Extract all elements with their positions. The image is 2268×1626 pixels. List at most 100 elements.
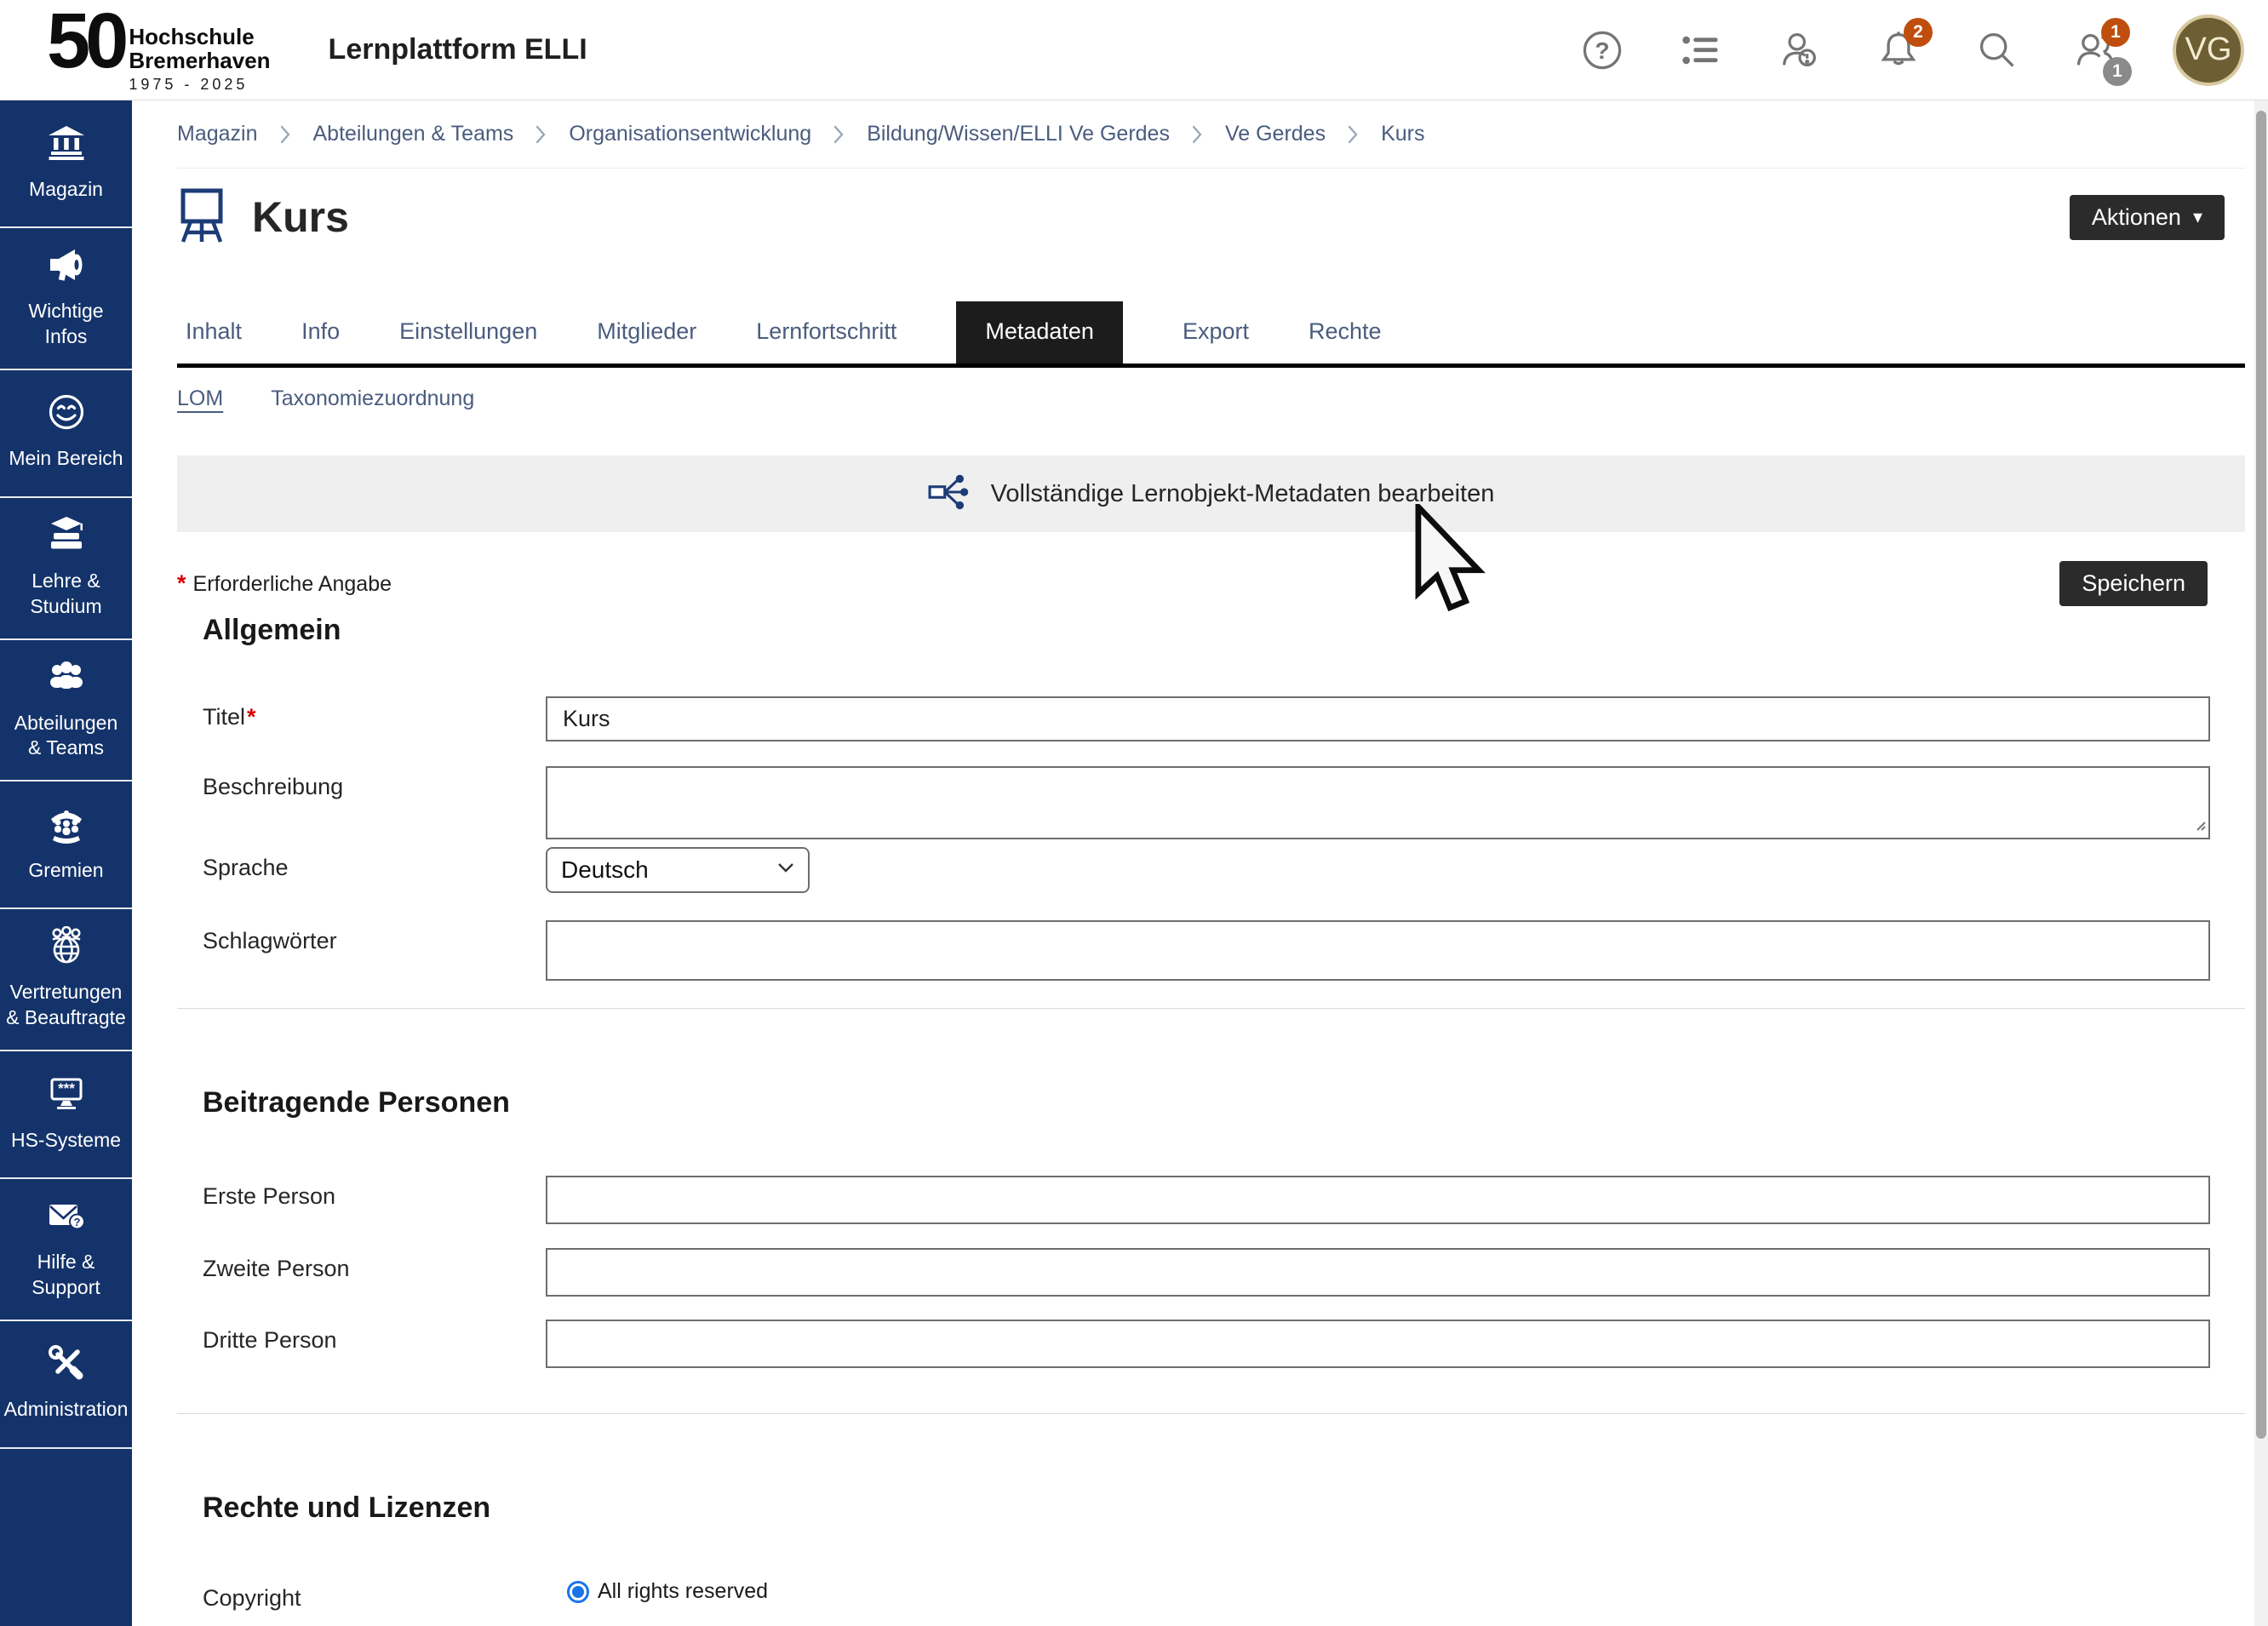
copyright-option-label: All rights reserved xyxy=(598,1579,768,1604)
chevron-right-icon xyxy=(280,124,291,145)
form-action-row: * Erforderliche Angabe Speichern xyxy=(177,561,2245,606)
logo-line2: Bremerhaven xyxy=(129,49,270,72)
globe-people-icon xyxy=(47,926,86,970)
sidebar-item-hs-systeme[interactable]: *** HS-Systeme xyxy=(0,1051,132,1179)
breadcrumb-item[interactable]: Abteilungen & Teams xyxy=(313,122,514,146)
hochschule-bremerhaven-logo: 50 Hochschule Bremerhaven 1975 - 2025 xyxy=(47,6,271,94)
tab-lernfortschritt[interactable]: Lernfortschritt xyxy=(756,303,896,364)
sidebar-item-magazin[interactable]: Magazin xyxy=(0,100,132,228)
erste-person-label: Erste Person xyxy=(203,1176,546,1210)
logo-50: 50 xyxy=(47,6,123,77)
breadcrumb-item[interactable]: Organisationsentwicklung xyxy=(569,122,811,146)
people-icon xyxy=(47,657,86,701)
screen: 50 Hochschule Bremerhaven 1975 - 2025 Le… xyxy=(0,0,2268,1626)
course-easel-icon xyxy=(177,187,226,248)
assembly-icon xyxy=(47,804,86,848)
titel-label: Titel* xyxy=(203,696,546,730)
sidebar-item-label: Administration xyxy=(4,1397,129,1423)
breadcrumb-item[interactable]: Ve Gerdes xyxy=(1225,122,1326,146)
breadcrumb-item-current[interactable]: Kurs xyxy=(1381,122,1424,146)
help-icon[interactable]: ? xyxy=(1580,28,1624,72)
platform-title: Lernplattform ELLI xyxy=(329,33,587,66)
sidebar-item-label: Mein Bereich xyxy=(9,446,123,472)
tab-metadaten[interactable]: Metadaten xyxy=(956,301,1123,364)
sidebar-item-administration[interactable]: Administration xyxy=(0,1321,132,1449)
sidebar-item-hilfe-support[interactable]: ? Hilfe & Support xyxy=(0,1179,132,1321)
scrollbar-thumb[interactable] xyxy=(2256,111,2266,1439)
svg-text:***: *** xyxy=(58,1080,75,1096)
tab-info[interactable]: Info xyxy=(301,303,340,364)
contacts-icon[interactable]: 1 1 xyxy=(2074,28,2118,72)
copyright-label: Copyright xyxy=(203,1577,546,1612)
chevron-down-icon xyxy=(777,862,794,878)
sidebar-item-abteilungen-teams[interactable]: Abteilungen & Teams xyxy=(0,640,132,782)
erste-person-input[interactable] xyxy=(546,1176,2210,1224)
field-row-erste-person: Erste Person xyxy=(177,1176,2245,1224)
section-title-beitragende-personen: Beitragende Personen xyxy=(203,1085,2245,1119)
speichern-button[interactable]: Speichern xyxy=(2059,561,2208,606)
chevron-right-icon xyxy=(833,124,845,145)
section-title-rechte-und-lizenzen: Rechte und Lizenzen xyxy=(203,1491,2245,1525)
breadcrumb-item[interactable]: Magazin xyxy=(177,122,258,146)
field-row-sprache: Sprache Deutsch xyxy=(177,847,2245,893)
logo-line1: Hochschule xyxy=(129,25,270,49)
required-note: * Erforderliche Angabe xyxy=(177,570,392,597)
svg-text:?: ? xyxy=(73,1216,80,1228)
notifications-badge: 2 xyxy=(1904,18,1933,47)
sprache-selected-value: Deutsch xyxy=(561,856,649,884)
section-divider xyxy=(177,1008,2245,1009)
sidebar-item-lehre-studium[interactable]: Lehre & Studium xyxy=(0,498,132,640)
sidebar-item-gremien[interactable]: Gremien xyxy=(0,782,132,909)
section-title-allgemein: Allgemein xyxy=(203,613,2245,647)
sidebar-item-vertretungen-beauftragte[interactable]: Vertretungen & Beauftragte xyxy=(0,909,132,1051)
schlagwoerter-input[interactable] xyxy=(546,920,2210,981)
chevron-right-icon xyxy=(536,124,547,145)
tab-rechte[interactable]: Rechte xyxy=(1309,303,1382,364)
field-row-beschreibung: Beschreibung xyxy=(177,766,2245,839)
search-icon[interactable] xyxy=(1975,28,2019,72)
breadcrumb-item[interactable]: Bildung/Wissen/ELLI Ve Gerdes xyxy=(867,122,1170,146)
user-status-icon[interactable] xyxy=(1778,28,1822,72)
sidebar-item-label: Wichtige Infos xyxy=(5,299,127,350)
dritte-person-label: Dritte Person xyxy=(203,1320,546,1354)
subtab-taxonomiezuordnung[interactable]: Taxonomiezuordnung xyxy=(271,386,474,411)
monitor-icon: *** xyxy=(47,1074,86,1118)
required-asterisk: * xyxy=(177,570,186,597)
resize-handle-icon[interactable] xyxy=(2191,816,2207,836)
edit-full-metadata-banner[interactable]: Vollständige Lernobjekt-Metadaten bearbe… xyxy=(177,455,2245,532)
contacts-badge-top: 1 xyxy=(2101,18,2130,47)
sidebar-item-wichtige-infos[interactable]: Wichtige Infos xyxy=(0,228,132,370)
field-row-schlagwoerter: Schlagwörter xyxy=(177,920,2245,981)
svg-text:?: ? xyxy=(1595,37,1609,63)
vertical-scrollbar xyxy=(2254,100,2268,1626)
megaphone-icon xyxy=(47,245,86,289)
user-avatar[interactable]: VG xyxy=(2173,14,2244,86)
sprache-select[interactable]: Deutsch xyxy=(546,847,810,893)
field-row-dritte-person: Dritte Person xyxy=(177,1320,2245,1368)
tab-inhalt[interactable]: Inhalt xyxy=(186,303,242,364)
notifications-bell-icon[interactable]: 2 xyxy=(1876,28,1921,72)
tab-mitglieder[interactable]: Mitglieder xyxy=(597,303,696,364)
aktionen-button[interactable]: Aktionen ▾ xyxy=(2070,195,2225,240)
books-icon xyxy=(47,515,86,558)
field-row-copyright: Copyright All rights reserved xyxy=(177,1577,2245,1612)
sidebar-item-label: Gremien xyxy=(28,858,103,884)
bank-icon xyxy=(47,123,86,167)
beschreibung-textarea[interactable] xyxy=(546,766,2210,839)
sidebar-item-label: Hilfe & Support xyxy=(5,1250,127,1301)
titel-input[interactable] xyxy=(546,696,2210,741)
sprache-label: Sprache xyxy=(203,847,546,881)
section-divider xyxy=(177,1413,2245,1414)
smiley-icon xyxy=(47,392,86,436)
chevron-down-icon: ▾ xyxy=(2193,208,2202,226)
subtab-lom[interactable]: LOM xyxy=(177,386,223,411)
sidebar-item-label: Abteilungen & Teams xyxy=(5,711,127,762)
zweite-person-input[interactable] xyxy=(546,1248,2210,1297)
tab-export[interactable]: Export xyxy=(1183,303,1249,364)
dritte-person-input[interactable] xyxy=(546,1320,2210,1368)
sidebar-item-mein-bereich[interactable]: Mein Bereich xyxy=(0,370,132,498)
app-header: 50 Hochschule Bremerhaven 1975 - 2025 Le… xyxy=(0,0,2268,100)
main-menu-list-icon[interactable] xyxy=(1679,28,1723,72)
tab-einstellungen[interactable]: Einstellungen xyxy=(399,303,537,364)
copyright-radio-selected[interactable] xyxy=(567,1581,589,1603)
